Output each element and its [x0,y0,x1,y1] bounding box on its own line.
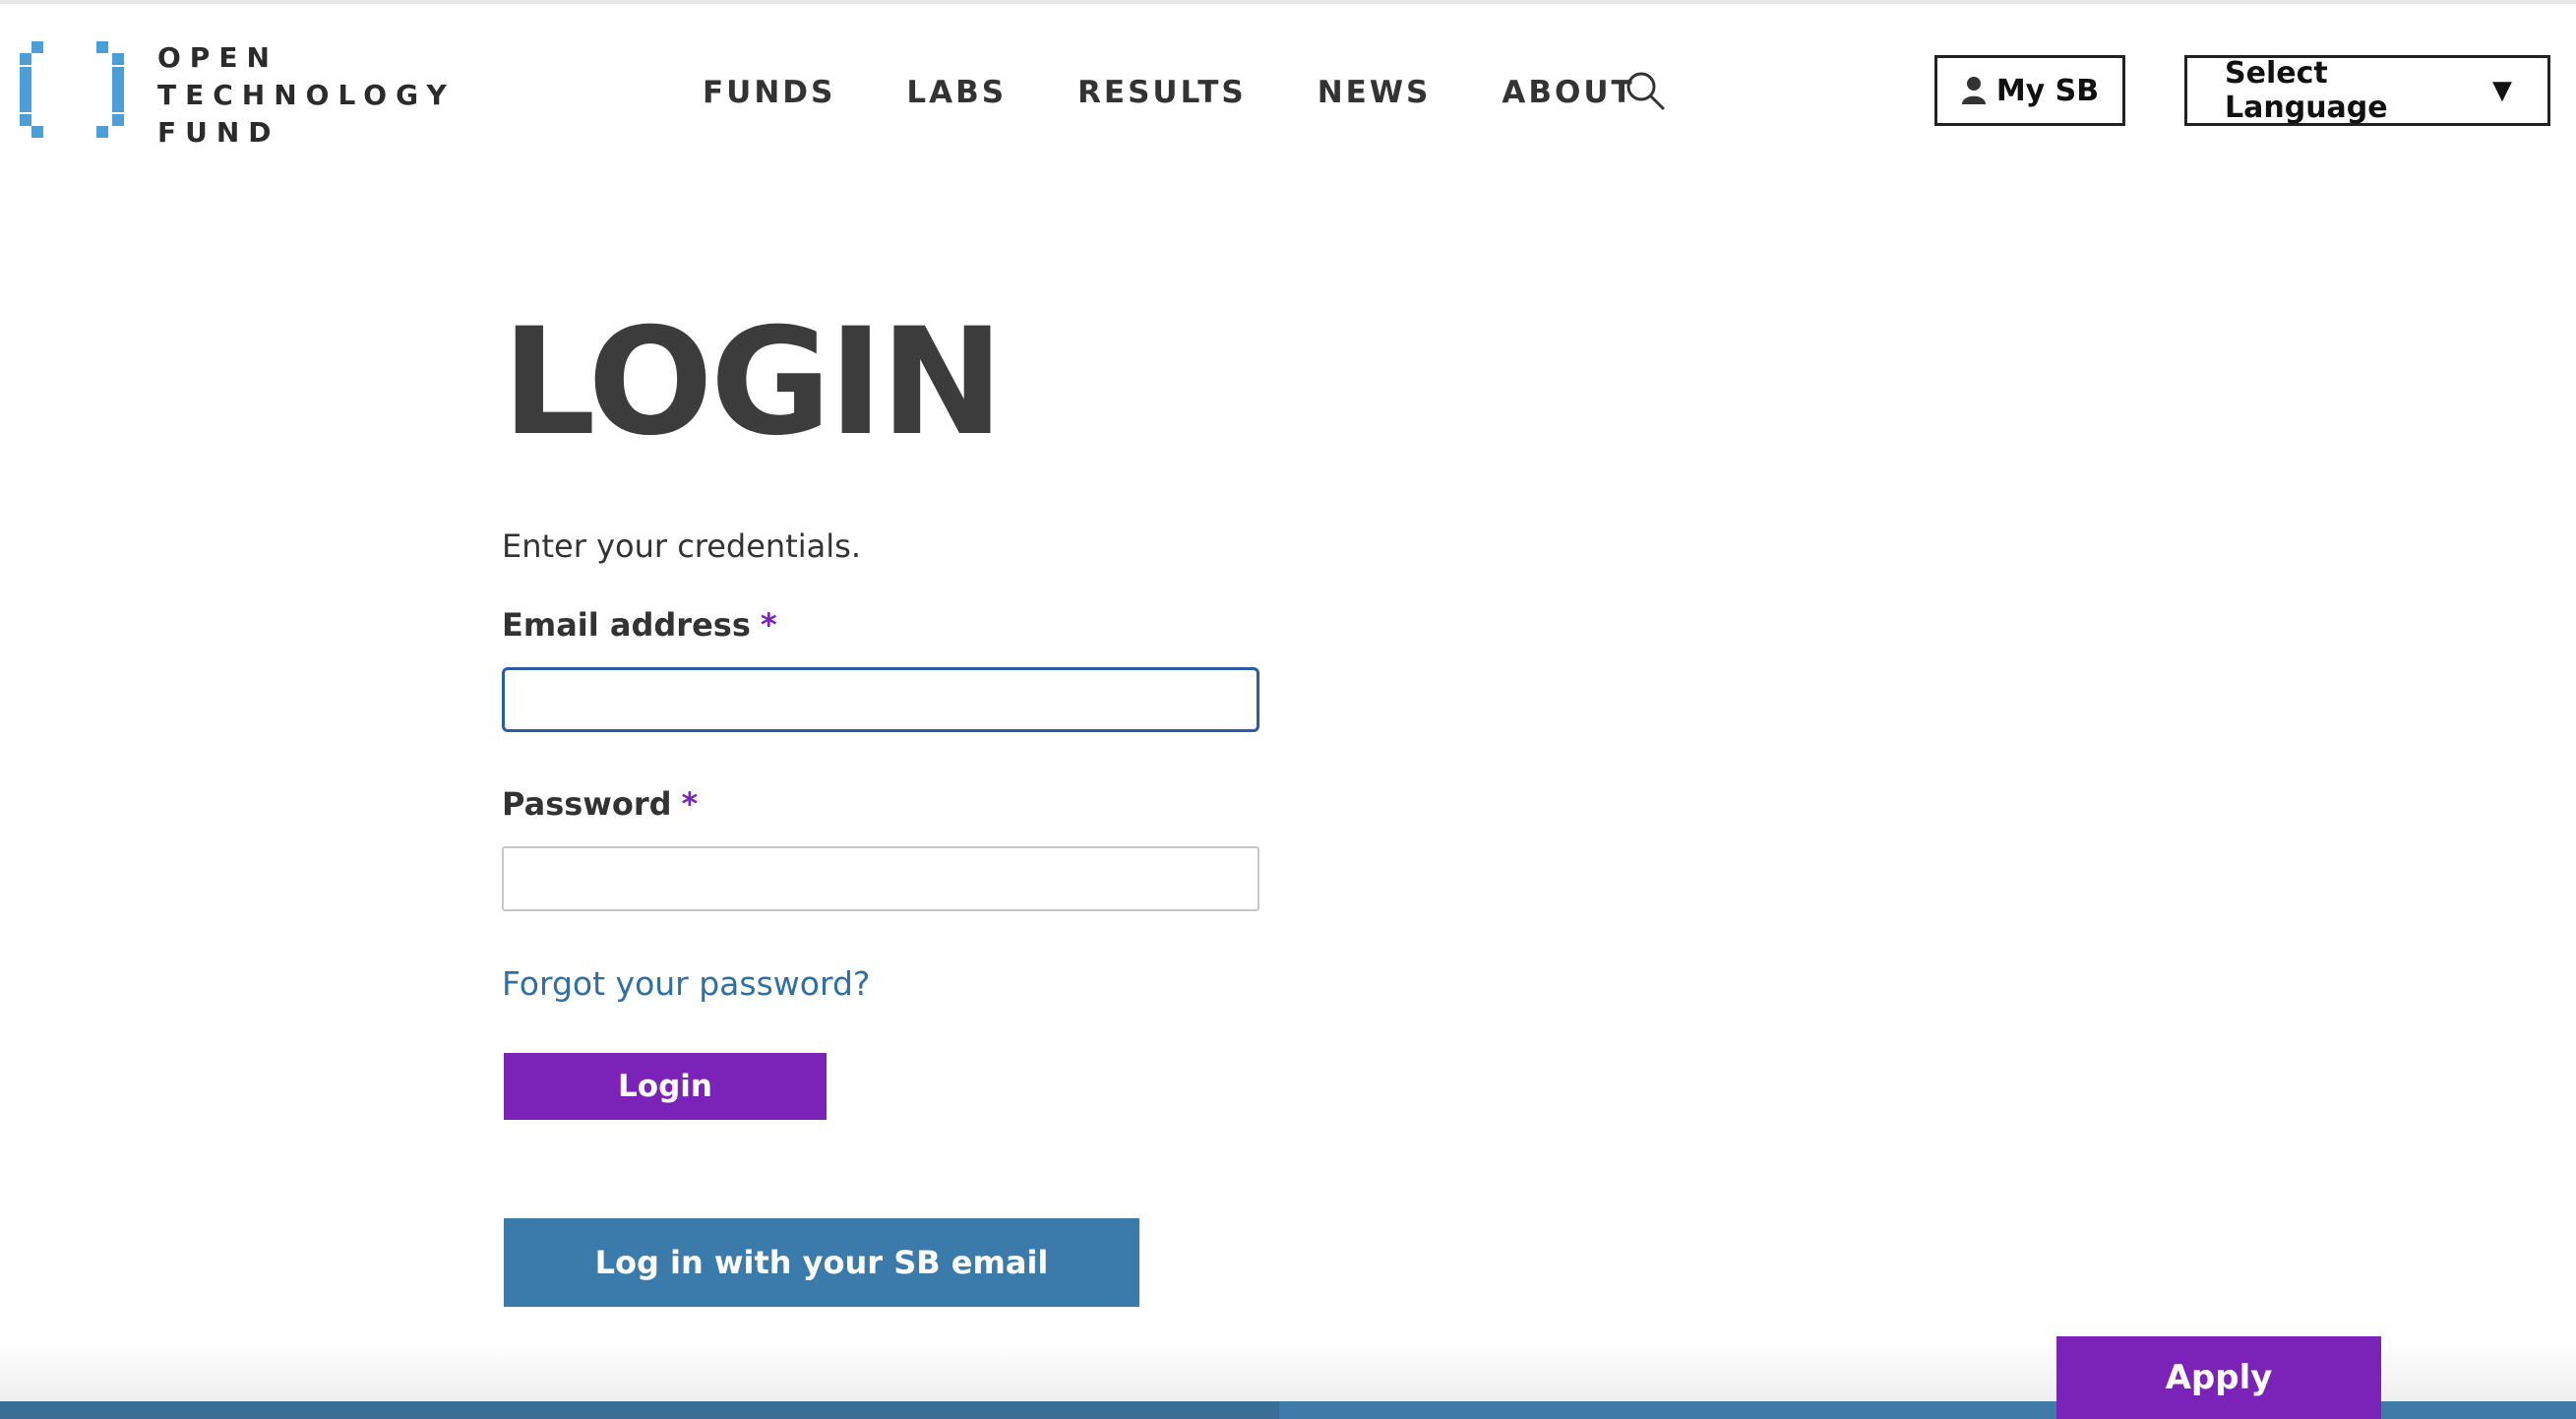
caret-down-icon: ▼ [2492,76,2512,105]
logo-wordmark: OPEN TECHNOLOGY FUND [157,39,456,152]
required-marker: * [681,785,699,823]
my-sb-button[interactable]: My SB [1934,55,2125,126]
language-select[interactable]: Select Language ▼ [2184,55,2550,126]
language-select-label: Select Language [2225,56,2388,125]
nav-item-about[interactable]: ABOUT [1502,75,1634,110]
page: OPEN TECHNOLOGY FUND FUNDS LABS RESULTS … [0,0,2576,1419]
email-field[interactable] [502,667,1259,732]
login-button[interactable]: Login [504,1053,827,1120]
password-label-text: Password [502,785,672,823]
my-sb-label: My SB [1995,73,2100,108]
email-label: Email address * [502,606,777,644]
password-label: Password * [502,785,698,823]
apply-button[interactable]: Apply [2056,1336,2381,1419]
search-button[interactable] [1625,71,1669,114]
nav-item-results[interactable]: RESULTS [1077,75,1247,110]
nav-item-funds[interactable]: FUNDS [703,75,835,110]
brackets-logo-icon [20,41,124,138]
sso-login-button[interactable]: Log in with your SB email [504,1218,1139,1307]
logo-line-2: TECHNOLOGY [157,79,456,111]
email-label-text: Email address [502,606,751,644]
logo-line-1: OPEN [157,41,278,74]
forgot-password-link[interactable]: Forgot your password? [502,964,870,1003]
nav-item-labs[interactable]: LABS [906,75,1007,110]
intro-text: Enter your credentials. [502,527,861,565]
page-title: LOGIN [502,297,1004,468]
top-rule [0,0,2576,4]
search-icon [1626,72,1665,110]
required-marker: * [760,606,777,644]
site-logo[interactable]: OPEN TECHNOLOGY FUND [18,39,451,149]
footer-bar-segment [1279,1401,2576,1419]
logo-line-3: FUND [157,116,280,149]
user-icon [1961,77,1986,104]
nav-item-news[interactable]: NEWS [1318,75,1432,110]
main-nav: FUNDS LABS RESULTS NEWS ABOUT [703,71,1706,114]
password-field[interactable] [502,846,1259,911]
